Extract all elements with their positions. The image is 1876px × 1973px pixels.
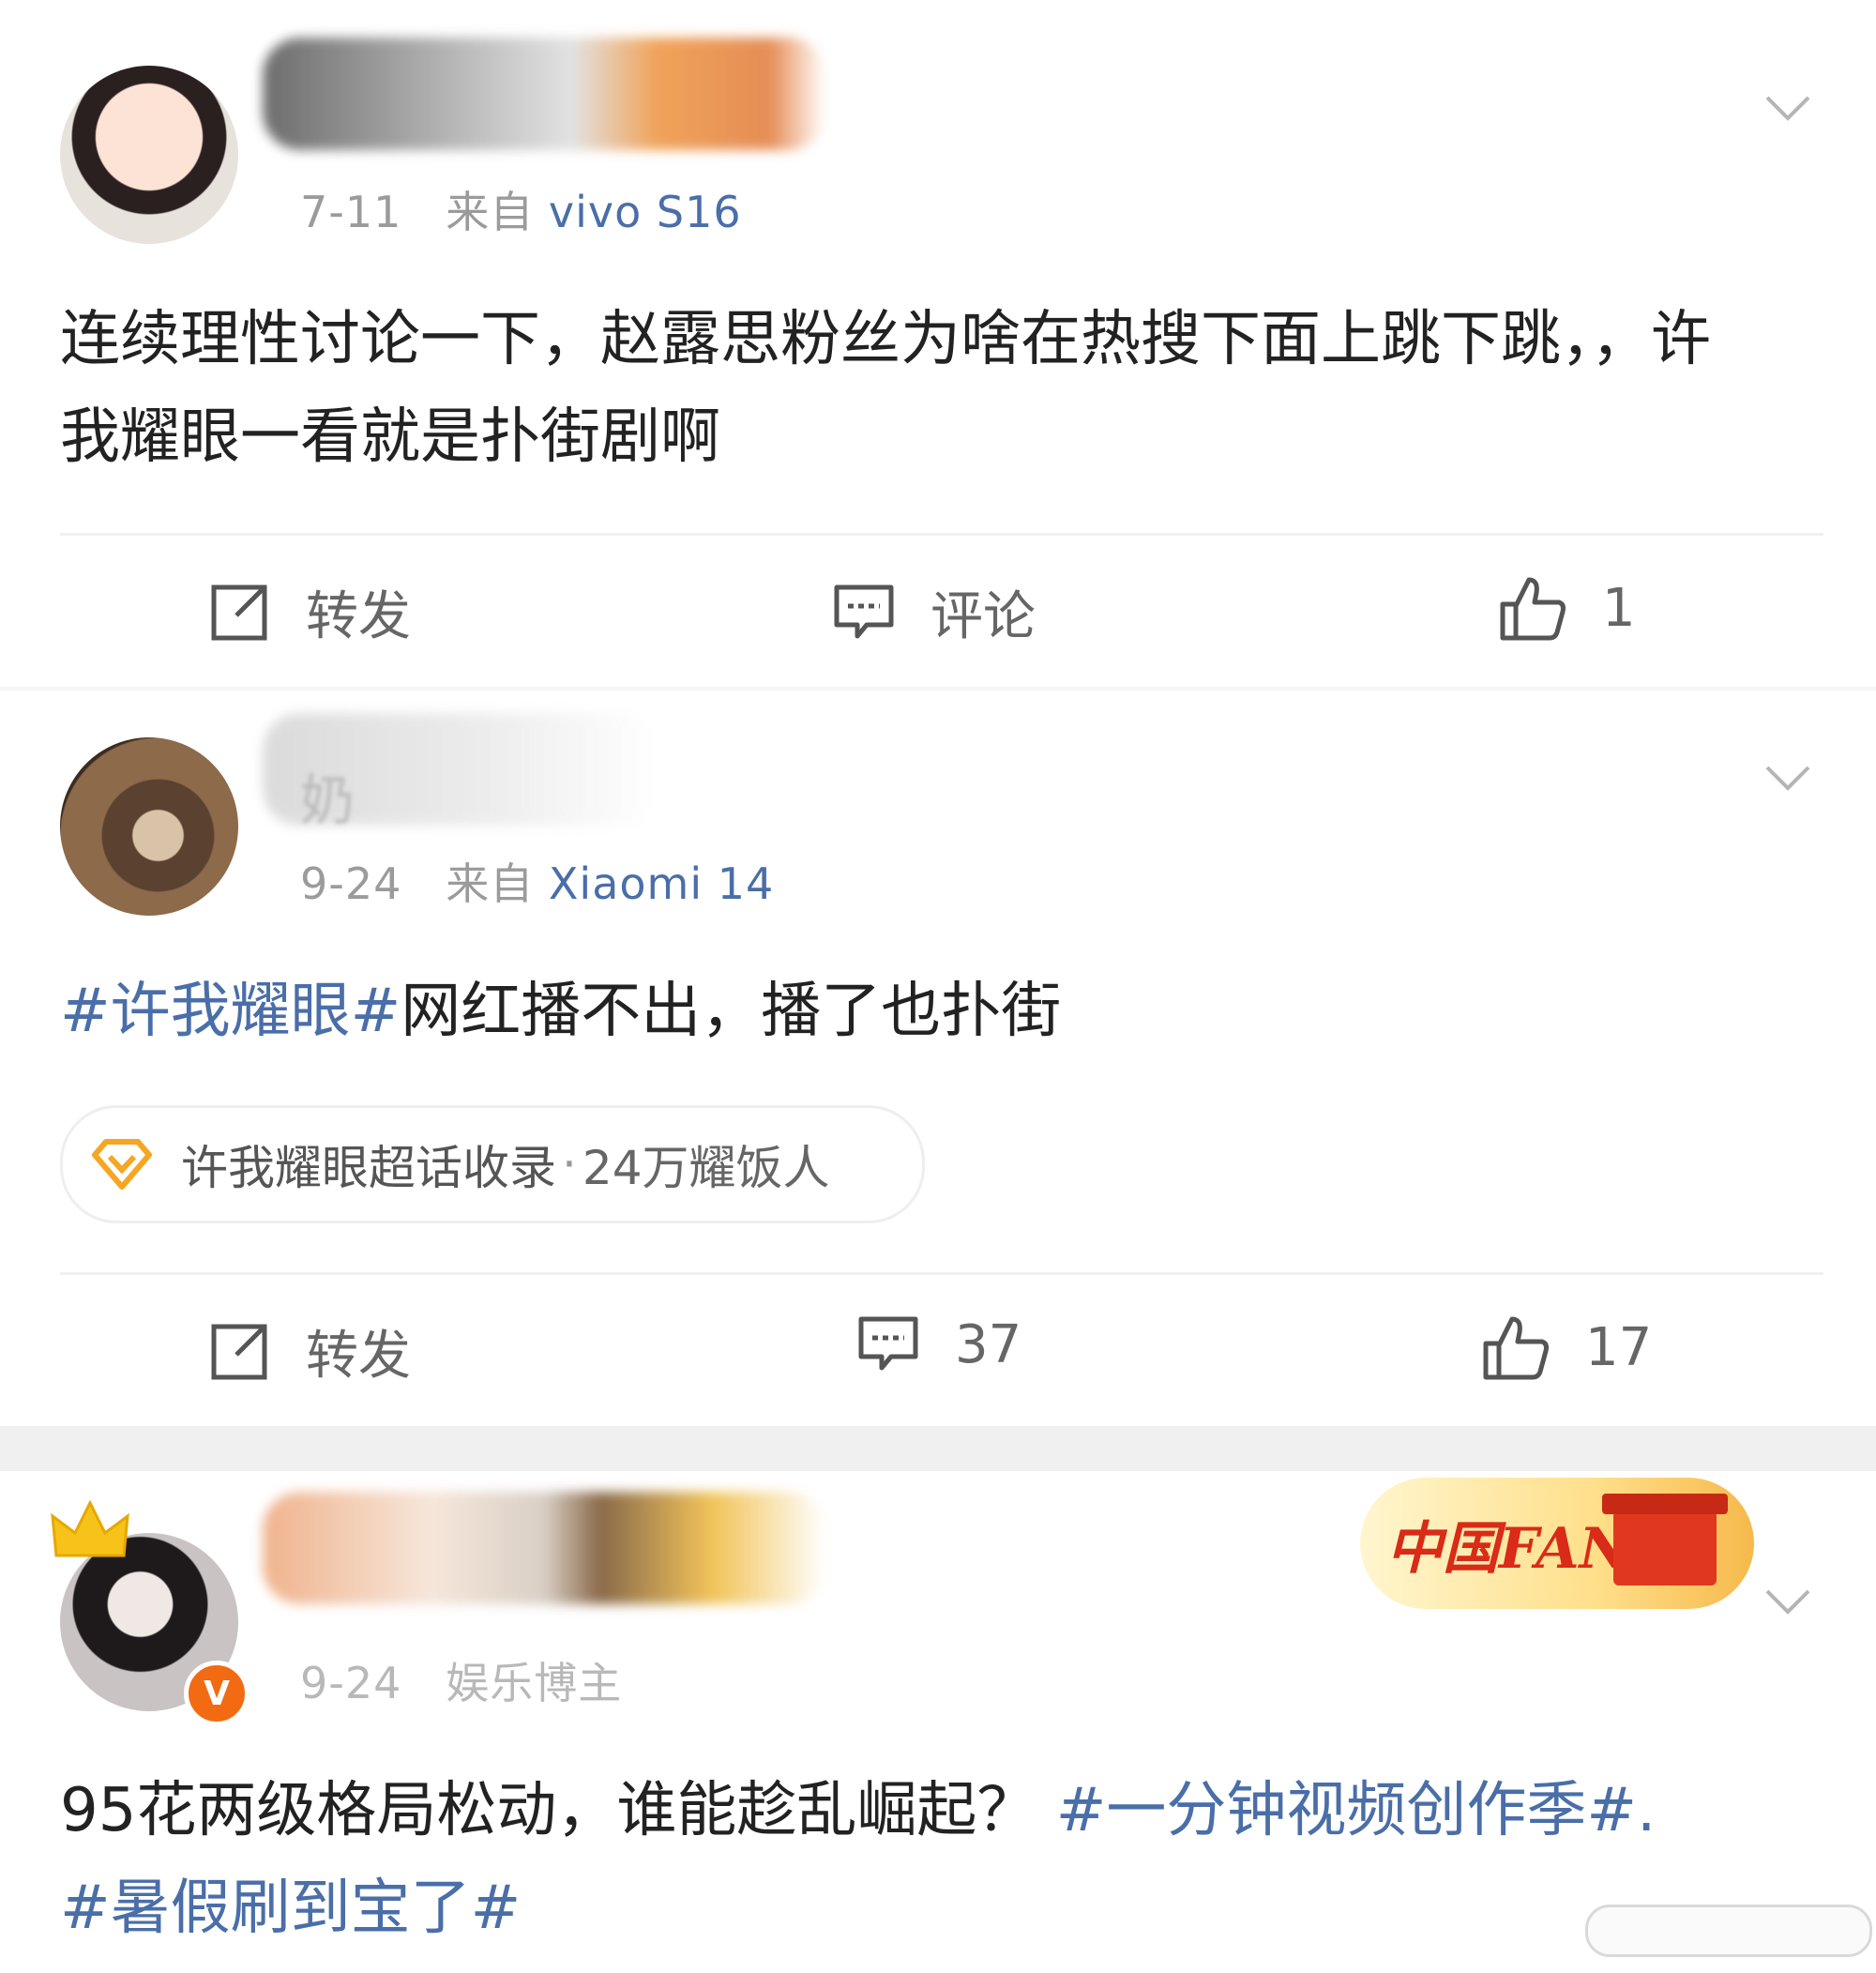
- post-text: 连续理性讨论一下，赵露思粉丝为啥在热搜下面上跳下跳，，许我耀眼一看就是扑街剧啊: [60, 305, 1711, 472]
- username-first-char: 奶: [300, 768, 356, 832]
- post-text: #许我耀眼#网红播不出，播了也扑街: [60, 963, 1823, 1060]
- device-source[interactable]: vivo S16: [549, 187, 742, 237]
- avatar[interactable]: [60, 66, 238, 244]
- like-count: 17: [1585, 1316, 1653, 1378]
- super-topic-diamond-icon: [92, 1139, 152, 1190]
- crown-icon: [51, 1499, 129, 1557]
- like-icon: [1483, 1316, 1549, 1380]
- post-1: 7-11 来自 vivo S16 连续理性讨论一下，赵露思粉丝为啥在热搜下面上跳…: [0, 0, 1876, 687]
- post-meta: 9-24 娱乐博主: [300, 1649, 622, 1711]
- like-count: 1: [1602, 577, 1636, 639]
- repost-button[interactable]: 转发: [208, 574, 411, 650]
- gate-icon: [1602, 1494, 1728, 1586]
- post-body: 网红播不出，播了也扑街: [401, 977, 1062, 1046]
- username-redacted: [263, 38, 825, 150]
- comment-button[interactable]: 评论: [833, 574, 1036, 650]
- comment-label: 评论: [930, 586, 1036, 647]
- hashtag-link[interactable]: #一分钟视频创作季#.: [1056, 1776, 1657, 1845]
- chevron-down-icon[interactable]: [1763, 83, 1812, 131]
- hashtag-link[interactable]: #许我耀眼#: [60, 977, 401, 1046]
- post-body: 95花两级格局松动，谁能趁乱崛起？: [60, 1776, 1037, 1845]
- post-text: 95花两级格局松动，谁能趁乱崛起？ #一分钟视频创作季#. #暑假刷到宝了#: [60, 1762, 1823, 1957]
- watermark: [1585, 1905, 1872, 1957]
- post-date: 9-24: [300, 1658, 402, 1708]
- post-meta: 7-11 来自 vivo S16: [300, 178, 742, 240]
- username-redacted: [263, 1492, 825, 1604]
- device-source[interactable]: Xiaomi 14: [549, 858, 774, 909]
- section-gap: [0, 1426, 1876, 1471]
- comment-icon: [858, 1316, 918, 1371]
- super-topic-separator: ·: [562, 1137, 577, 1191]
- super-topic-fans: 24万耀饭人: [582, 1141, 830, 1195]
- from-label: 来自: [446, 858, 535, 909]
- comment-button[interactable]: 37: [857, 1313, 1021, 1375]
- post-date: 9-24: [300, 858, 402, 909]
- like-button[interactable]: 1: [1499, 574, 1636, 642]
- comment-icon: [834, 584, 894, 638]
- user-category: 娱乐博主: [446, 1658, 623, 1708]
- repost-label: 转发: [306, 586, 411, 647]
- divider: [60, 1272, 1823, 1275]
- post-date: 7-11: [300, 187, 402, 237]
- repost-button[interactable]: 转发: [208, 1313, 411, 1389]
- chevron-down-icon[interactable]: [1763, 1576, 1812, 1625]
- chevron-down-icon[interactable]: [1763, 752, 1812, 801]
- repost-icon: [211, 584, 267, 640]
- super-topic-name: 许我耀眼超话收录: [181, 1141, 556, 1195]
- comment-count: 37: [955, 1313, 1022, 1375]
- repost-icon: [211, 1324, 267, 1379]
- post-3: V 9-24 娱乐博主 中国FANS 95花两级格局松动，谁能趁乱崛起？ #一分…: [0, 1471, 1876, 1973]
- super-topic-pill[interactable]: 许我耀眼超话收录 · 24万耀饭人: [60, 1105, 925, 1223]
- post-meta: 9-24 来自 Xiaomi 14: [300, 850, 774, 912]
- divider: [60, 533, 1823, 536]
- post-2: 奶 9-24 来自 Xiaomi 14 #许我耀眼#网红播不出，播了也扑街 许我…: [0, 691, 1876, 1426]
- like-button[interactable]: 17: [1482, 1313, 1652, 1381]
- avatar[interactable]: [60, 737, 238, 916]
- china-fans-badge[interactable]: 中国FANS: [1360, 1478, 1754, 1609]
- like-icon: [1500, 577, 1566, 641]
- verified-badge: V: [184, 1661, 250, 1726]
- repost-label: 转发: [306, 1326, 411, 1387]
- from-label: 来自: [446, 187, 535, 237]
- hashtag-link[interactable]: #暑假刷到宝了#: [60, 1874, 521, 1943]
